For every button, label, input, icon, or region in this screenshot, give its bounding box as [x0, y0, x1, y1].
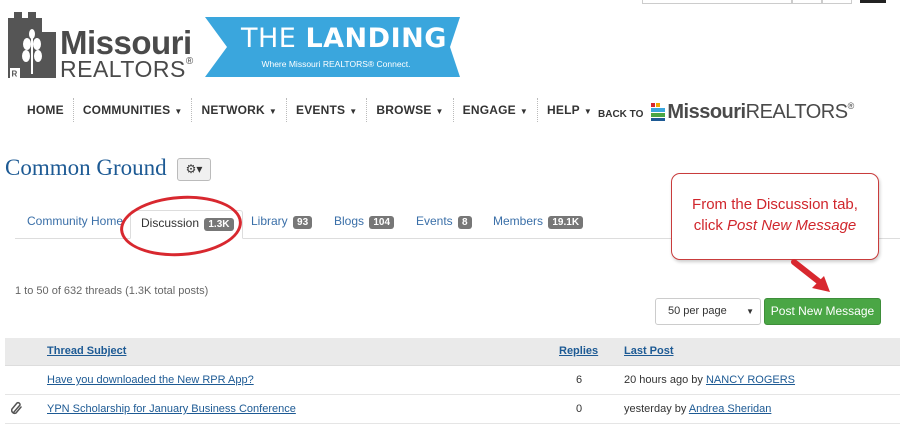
caret-down-icon: ▼ [519, 107, 529, 116]
blogs-count-badge: 104 [369, 216, 395, 229]
reply-count: 6 [575, 374, 583, 386]
gear-dropdown-button[interactable]: ⚙▾ [177, 158, 211, 181]
top-button-3[interactable] [860, 0, 886, 3]
missouri-realtors-logo[interactable]: R Missouri REALTORS® [6, 10, 193, 82]
last-post-info: 20 hours ago by NANCY ROGERS [624, 374, 796, 386]
table-row: YPN Scholarship for January Business Con… [5, 395, 900, 424]
column-replies[interactable]: Replies [559, 345, 598, 357]
tab-community-home[interactable]: Community Home [27, 214, 123, 228]
banner-title: THE LANDING [241, 23, 447, 54]
tab-blogs[interactable]: Blogs 104 [334, 214, 395, 229]
nav-item-events[interactable]: EVENTS ▼ [287, 98, 368, 122]
per-page-select[interactable]: 50 per page ▼ [655, 298, 761, 325]
nav-item-network[interactable]: NETWORK ▼ [192, 98, 287, 122]
last-post-info: yesterday by Andrea Sheridan [624, 403, 772, 415]
thread-subject-link[interactable]: YPN Scholarship for January Business Con… [47, 403, 296, 415]
reply-count: 0 [575, 403, 583, 415]
house-color-icon [651, 103, 666, 121]
arrow-icon [791, 259, 830, 292]
page-title: Common Ground [5, 155, 167, 180]
post-new-message-button[interactable]: Post New Message [764, 298, 881, 325]
tab-members[interactable]: Members 19.1K [493, 214, 584, 229]
threads-table: Thread Subject Replies Last Post Have yo… [5, 338, 900, 424]
instruction-callout: From the Discussion tab, click Post New … [671, 173, 879, 260]
nav-item-engage[interactable]: ENGAGE ▼ [454, 98, 539, 122]
nav-item-help[interactable]: HELP ▼ [538, 98, 601, 122]
top-button-2[interactable] [822, 0, 852, 4]
the-landing-banner[interactable]: THE LANDING Where Missouri REALTORS® Con… [205, 17, 460, 77]
thread-summary: 1 to 50 of 632 threads (1.3K total posts… [15, 285, 209, 297]
chevron-down-icon: ▼ [746, 307, 754, 316]
back-to-label: BACK TO [598, 108, 644, 120]
top-search-input[interactable] [642, 0, 792, 4]
author-link[interactable]: NANCY ROGERS [706, 374, 795, 386]
main-nav: HOME COMMUNITIES ▼ NETWORK ▼ EVENTS ▼ BROWSE ▼ EN… [18, 98, 601, 122]
caret-down-icon: ▼ [435, 107, 444, 116]
caret-down-icon: ▼ [349, 107, 358, 116]
table-header: Thread Subject Replies Last Post [5, 338, 900, 366]
nav-item-communities[interactable]: COMMUNITIES ▼ [74, 98, 193, 122]
thread-subject-link[interactable]: Have you downloaded the New RPR App? [47, 374, 254, 386]
highlight-ellipse [118, 191, 244, 261]
nav-item-browse[interactable]: BROWSE ▼ [367, 98, 454, 122]
logo-realtors-text: REALTORS® [60, 56, 194, 82]
caret-down-icon: ▼ [583, 107, 592, 116]
caret-down-icon: ▼ [174, 107, 183, 116]
svg-text:R: R [12, 70, 18, 79]
paperclip-icon [11, 401, 22, 415]
column-thread-subject[interactable]: Thread Subject [47, 345, 126, 357]
tab-library[interactable]: Library 93 [251, 214, 313, 229]
tab-events[interactable]: Events 8 [416, 214, 472, 229]
library-count-badge: 93 [293, 216, 313, 229]
top-button-1[interactable] [792, 0, 822, 4]
banner-subtitle: Where Missouri REALTORS® Connect. [261, 59, 411, 69]
back-to-missouri-realtors[interactable]: BACK TO MissouriREALTORS® [598, 100, 854, 124]
members-count-badge: 19.1K [548, 216, 584, 229]
back-logo-text: MissouriREALTORS® [667, 100, 854, 123]
callout-line-1: From the Discussion tab, [692, 196, 858, 213]
callout-line-2: click Post New Message [693, 217, 857, 234]
table-row: Have you downloaded the New RPR App? 6 2… [5, 366, 900, 395]
nav-item-home[interactable]: HOME [18, 98, 74, 122]
house-wheat-icon: R [8, 12, 56, 79]
column-last-post[interactable]: Last Post [624, 345, 674, 357]
top-utility-bar [640, 0, 900, 4]
caret-down-icon: ▼ [268, 107, 277, 116]
author-link[interactable]: Andrea Sheridan [689, 403, 772, 415]
events-count-badge: 8 [458, 216, 472, 229]
